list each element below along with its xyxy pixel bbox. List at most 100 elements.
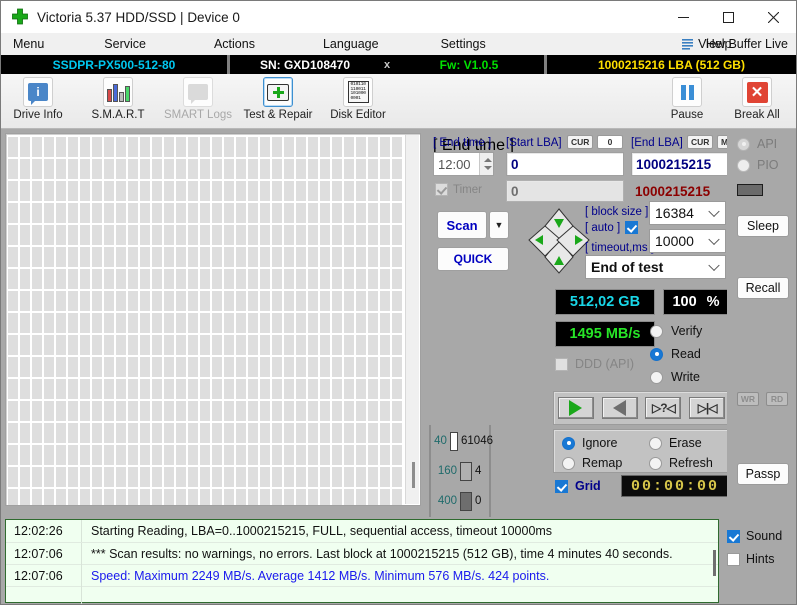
map-cell[interactable] (344, 247, 354, 267)
map-cell[interactable] (128, 203, 138, 223)
map-cell[interactable] (224, 159, 234, 179)
erase-row[interactable]: Erase (649, 436, 702, 450)
map-cell[interactable] (260, 357, 270, 377)
map-cell[interactable] (20, 181, 30, 201)
map-cell[interactable] (44, 225, 54, 245)
map-cell[interactable] (260, 335, 270, 355)
map-cell[interactable] (92, 269, 102, 289)
map-cell[interactable] (176, 401, 186, 421)
map-cell[interactable] (272, 247, 282, 267)
map-cell[interactable] (284, 313, 294, 333)
menu-item-language[interactable]: Language (313, 33, 389, 55)
map-cell[interactable] (236, 313, 246, 333)
map-cell[interactable] (224, 357, 234, 377)
map-cell[interactable] (260, 137, 270, 157)
map-cell[interactable] (20, 291, 30, 311)
scan-button[interactable]: Scan (437, 211, 487, 239)
map-cell[interactable] (260, 291, 270, 311)
map-cell[interactable] (152, 445, 162, 465)
map-cell[interactable] (8, 489, 18, 505)
map-cell[interactable] (20, 159, 30, 179)
map-cell[interactable] (296, 225, 306, 245)
map-cell[interactable] (296, 137, 306, 157)
map-cell[interactable] (224, 269, 234, 289)
map-cell[interactable] (140, 313, 150, 333)
map-cell[interactable] (164, 423, 174, 443)
map-cell[interactable] (68, 401, 78, 421)
map-cell[interactable] (236, 159, 246, 179)
log-scrollbar-thumb[interactable] (713, 550, 716, 576)
map-cell[interactable] (152, 181, 162, 201)
map-cell[interactable] (296, 489, 306, 505)
random-seek-icon[interactable]: ▷?◁ (645, 397, 682, 419)
map-cell[interactable] (44, 203, 54, 223)
map-cell[interactable] (8, 225, 18, 245)
map-cell[interactable] (392, 313, 402, 333)
map-cell[interactable] (20, 335, 30, 355)
map-cell[interactable] (44, 291, 54, 311)
map-cell[interactable] (224, 445, 234, 465)
map-cell[interactable] (164, 401, 174, 421)
api-row[interactable]: API (737, 137, 777, 151)
map-cell[interactable] (32, 159, 42, 179)
map-cell[interactable] (356, 489, 366, 505)
map-cell[interactable] (128, 159, 138, 179)
map-cell[interactable] (104, 291, 114, 311)
map-cell[interactable] (344, 291, 354, 311)
toolbar-disk-editor[interactable]: 010110 110011 101000 0001 Disk Editor (323, 74, 393, 127)
map-cell[interactable] (260, 181, 270, 201)
remap-radio[interactable] (562, 456, 575, 470)
map-cell[interactable] (176, 137, 186, 157)
map-cell[interactable] (332, 269, 342, 289)
map-cell[interactable] (44, 489, 54, 505)
map-cell[interactable] (308, 225, 318, 245)
pio-radio[interactable] (737, 158, 750, 172)
map-cell[interactable] (332, 379, 342, 399)
map-cell[interactable] (8, 379, 18, 399)
map-cell[interactable] (260, 445, 270, 465)
map-cell[interactable] (92, 313, 102, 333)
map-cell[interactable] (332, 467, 342, 487)
toolbar-drive-info[interactable]: i Drive Info (3, 74, 73, 127)
map-cell[interactable] (140, 181, 150, 201)
map-cell[interactable] (164, 269, 174, 289)
map-cell[interactable] (44, 269, 54, 289)
map-cell[interactable] (284, 203, 294, 223)
map-cell[interactable] (164, 291, 174, 311)
map-cell[interactable] (80, 423, 90, 443)
map-cell[interactable] (20, 225, 30, 245)
map-cell[interactable] (80, 137, 90, 157)
menu-item-service[interactable]: Service (94, 33, 156, 55)
map-cell[interactable] (56, 445, 66, 465)
map-cell[interactable] (392, 225, 402, 245)
map-cell[interactable] (68, 137, 78, 157)
toolbar-break-all[interactable]: ✕ Break All (722, 74, 792, 127)
map-cell[interactable] (344, 445, 354, 465)
map-cell[interactable] (176, 203, 186, 223)
map-cell[interactable] (344, 137, 354, 157)
map-cell[interactable] (380, 181, 390, 201)
map-cell[interactable] (224, 137, 234, 157)
map-cell[interactable] (8, 357, 18, 377)
map-cell[interactable] (320, 159, 330, 179)
map-cell[interactable] (44, 181, 54, 201)
map-cell[interactable] (224, 291, 234, 311)
map-cell[interactable] (140, 159, 150, 179)
map-cell[interactable] (380, 247, 390, 267)
map-cell[interactable] (44, 247, 54, 267)
map-cell[interactable] (104, 269, 114, 289)
map-cell[interactable] (236, 203, 246, 223)
map-cell[interactable] (164, 489, 174, 505)
map-cell[interactable] (104, 423, 114, 443)
map-cell[interactable] (56, 423, 66, 443)
map-cell[interactable] (332, 137, 342, 157)
map-cell[interactable] (68, 445, 78, 465)
map-cell[interactable] (308, 357, 318, 377)
map-cell[interactable] (92, 357, 102, 377)
map-cell[interactable] (296, 467, 306, 487)
map-cell[interactable] (152, 423, 162, 443)
map-cell[interactable] (248, 225, 258, 245)
map-cell[interactable] (56, 137, 66, 157)
map-cell[interactable] (20, 203, 30, 223)
map-cell[interactable] (236, 357, 246, 377)
